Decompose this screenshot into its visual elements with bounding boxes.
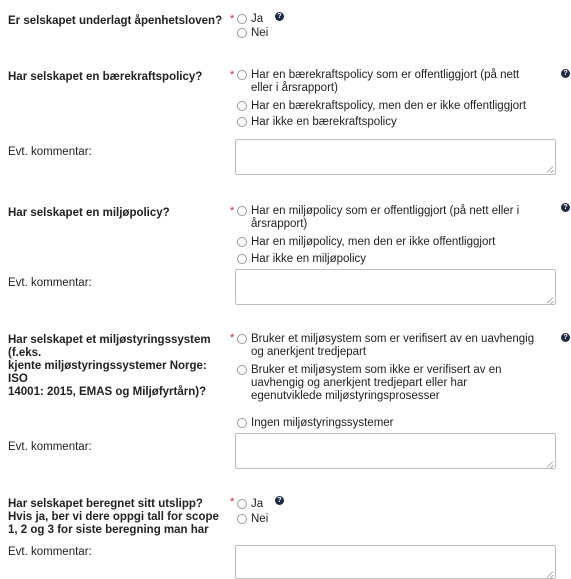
q2-question: Har selskapet en bærekraftspolicy? (8, 71, 203, 83)
q2-radio-3[interactable] (237, 117, 247, 127)
q3-radio-2[interactable] (237, 237, 247, 247)
q4-comment-textarea[interactable] (235, 433, 556, 469)
q3-option-3: Har ikke en miljøpolicy (251, 253, 367, 265)
q4-resize-grip-icon[interactable] (547, 461, 553, 467)
question-circle-icon[interactable]: ? (275, 496, 284, 505)
q4-question-line4: ISO (8, 373, 28, 385)
q1-radio-ja[interactable] (237, 14, 247, 24)
q2-comment-label: Evt. kommentar: (8, 146, 92, 158)
q2-required-mark: * (230, 69, 235, 81)
q4-option-2-line2: uavhengig og anerkjent tredjepart eller … (251, 377, 468, 389)
question-circle-icon[interactable]: ? (561, 333, 570, 342)
q3-resize-grip-icon[interactable] (547, 297, 553, 303)
q4-option-1-line1: Bruker et miljøsystem som er verifisert … (251, 333, 535, 345)
q5-radio-nei[interactable] (237, 514, 247, 524)
q2-comment-textarea[interactable] (235, 139, 556, 175)
q2-option-3: Har ikke en bærekraftspolicy (251, 116, 397, 128)
q3-required-mark: * (230, 205, 235, 217)
q4-option-1-line2: og anerkjent tredjepart (251, 346, 367, 358)
q5-question-line2: Hvis ja, ber vi dere oppgi tall for scop… (8, 511, 219, 523)
q1-required-mark: * (230, 13, 235, 25)
q2-resize-grip-icon[interactable] (547, 166, 553, 172)
q4-radio-2[interactable] (237, 365, 247, 375)
q4-required-mark: * (230, 332, 235, 344)
q5-comment-label: Evt. kommentar: (8, 546, 92, 558)
q5-question-line1: Har selskapet beregnet sitt utslipp? (8, 498, 203, 510)
question-circle-icon[interactable]: ? (561, 69, 570, 78)
q3-comment-label: Evt. kommentar: (8, 277, 92, 289)
q2-option-2: Har en bærekraftspolicy, men den er ikke… (251, 100, 527, 112)
q4-question-line5: 14001: 2015, EMAS og Miljøfyrtårn)? (8, 386, 207, 398)
q4-option-2-line1: Bruker et miljøsystem som ikke er verifi… (251, 364, 502, 376)
q5-comment-textarea[interactable] (235, 545, 556, 579)
q2-option-1-line1: Har en bærekraftspolicy som er offentlig… (251, 69, 520, 81)
q3-radio-1[interactable] (237, 206, 247, 216)
q4-question-line1: Har selskapet et miljøstyringssystem (8, 334, 211, 346)
q5-question-line3: 1, 2 og 3 for siste beregning man har (8, 524, 209, 536)
question-circle-icon[interactable]: ? (275, 12, 284, 21)
q1-radio-nei[interactable] (237, 28, 247, 38)
q5-option-ja: Ja (251, 498, 264, 510)
q3-radio-3[interactable] (237, 254, 247, 264)
q3-comment-textarea[interactable] (235, 269, 556, 305)
q4-radio-1[interactable] (237, 334, 247, 344)
q3-option-1-line1: Har en miljøpolicy som er offentliggjort… (251, 205, 520, 217)
q4-question-line3: kjente miljøstyringssystemer Norge: (8, 360, 207, 372)
q1-question: Er selskapet underlagt åpenhetsloven? (8, 15, 223, 27)
q4-comment-label: Evt. kommentar: (8, 441, 92, 453)
q5-required-mark: * (230, 496, 235, 508)
q4-option-3: Ingen miljøstyringssystemer (251, 417, 394, 429)
q2-radio-1[interactable] (237, 70, 247, 80)
q4-option-2-line3: egenutviklede miljøstyringsprosesser (251, 390, 440, 402)
q4-question-line2: (f.eks. (8, 347, 42, 359)
question-circle-icon[interactable]: ? (561, 203, 570, 212)
q5-radio-ja[interactable] (237, 499, 247, 509)
q2-radio-2[interactable] (237, 101, 247, 111)
q4-radio-3[interactable] (237, 418, 247, 428)
q5-resize-grip-icon[interactable] (547, 571, 553, 577)
q5-option-nei: Nei (251, 513, 269, 525)
q3-option-2: Har en miljøpolicy, men den er ikke offe… (251, 236, 496, 248)
q2-option-1-line2: eller i årsrapport) (251, 82, 338, 94)
q3-option-1-line2: årsrapport) (251, 218, 308, 230)
q1-option-nei: Nei (251, 27, 269, 39)
q1-option-ja: Ja (251, 13, 264, 25)
q3-question: Har selskapet en miljøpolicy? (8, 207, 170, 219)
